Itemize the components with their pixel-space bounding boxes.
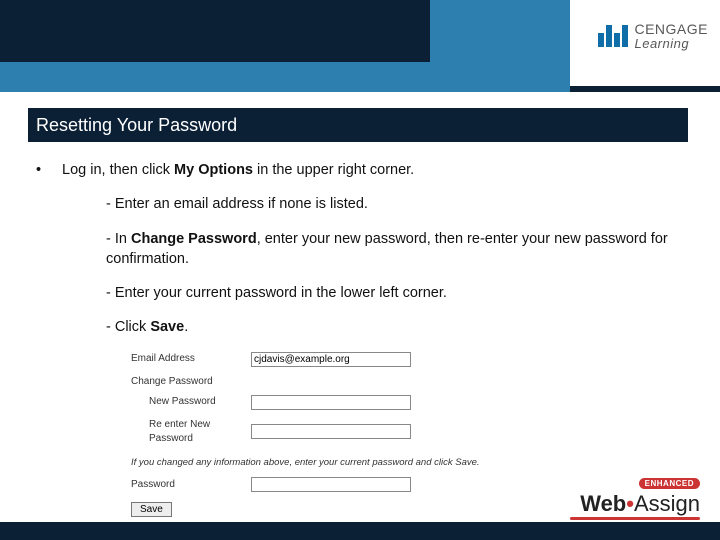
bullet-icon: •: [36, 160, 44, 180]
header-dark-block: [0, 0, 430, 62]
email-row: Email Address: [131, 352, 501, 367]
step-2: - In Change Password, enter your new pas…: [106, 229, 686, 270]
step-4-pre: - Click: [106, 319, 150, 335]
slide-header: CENGAGE Learning: [0, 0, 720, 92]
step-4-post: .: [184, 319, 188, 335]
step-4: - Click Save.: [106, 317, 686, 337]
email-field[interactable]: [251, 352, 411, 367]
webassign-wordmark: Web•Assign: [570, 491, 700, 517]
webassign-web: Web: [580, 491, 626, 516]
footer-bar: [0, 522, 720, 540]
new-password-field[interactable]: [251, 395, 411, 410]
step-2-pre: - In: [106, 231, 131, 247]
main-post: in the upper right corner.: [253, 162, 414, 178]
password-form: Email Address Change Password New Passwo…: [131, 352, 501, 517]
cengage-logo-mark: [598, 25, 628, 47]
main-instruction: Log in, then click My Options in the upp…: [62, 160, 414, 180]
webassign-swoosh-icon: [570, 517, 700, 520]
step-2-bold: Change Password: [131, 231, 257, 247]
reenter-password-field[interactable]: [251, 424, 411, 439]
new-password-row: New Password: [131, 395, 501, 410]
main-bullet-row: • Log in, then click My Options in the u…: [36, 160, 686, 180]
email-label: Email Address: [131, 352, 251, 366]
cengage-logo: CENGAGE Learning: [598, 22, 708, 50]
brand-name-top: CENGAGE: [634, 22, 708, 37]
new-password-label: New Password: [131, 395, 251, 409]
current-password-label: Password: [131, 478, 251, 492]
webassign-logo: ENHANCED Web•Assign: [570, 473, 700, 520]
current-password-row: Password: [131, 477, 501, 492]
main-bold: My Options: [174, 162, 253, 178]
title-bar: Resetting Your Password: [28, 108, 688, 142]
brand-name-bottom: Learning: [634, 37, 708, 51]
page-title: Resetting Your Password: [36, 115, 237, 136]
webassign-enhanced-badge: ENHANCED: [639, 478, 700, 489]
webassign-assign: Assign: [634, 491, 700, 516]
reenter-password-label: Re enter New Password: [131, 418, 251, 446]
content-body: • Log in, then click My Options in the u…: [36, 160, 686, 517]
main-pre: Log in, then click: [62, 162, 174, 178]
form-note: If you changed any information above, en…: [131, 456, 501, 469]
step-1: - Enter an email address if none is list…: [106, 194, 686, 214]
current-password-field[interactable]: [251, 477, 411, 492]
webassign-dot-icon: •: [626, 491, 634, 516]
step-4-bold: Save: [150, 319, 184, 335]
step-3: - Enter your current password in the low…: [106, 283, 686, 303]
change-password-label: Change Password: [131, 375, 501, 389]
reenter-password-row: Re enter New Password: [131, 418, 501, 446]
save-button[interactable]: Save: [131, 502, 172, 517]
cengage-logo-text: CENGAGE Learning: [634, 22, 708, 50]
